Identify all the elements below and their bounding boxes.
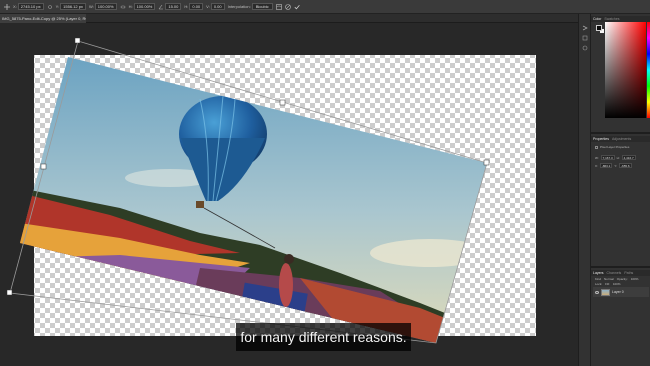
width-scale[interactable]: W: 100.00% — [89, 3, 117, 10]
tab-color[interactable]: Color — [593, 16, 601, 22]
collapsed-panel-rail — [578, 14, 590, 366]
interpolation-label: Interpolation: — [227, 4, 251, 9]
w-field[interactable]: 100.00% — [94, 3, 117, 10]
x-label: X: — [13, 4, 17, 9]
prop-y-label: Y: — [614, 163, 618, 168]
cancel-transform-icon[interactable] — [284, 3, 291, 10]
move-tool-icon[interactable] — [4, 3, 10, 10]
opacity-label: Opacity: — [616, 277, 628, 281]
opacity-value[interactable]: 100% — [631, 277, 639, 281]
history-icon[interactable] — [582, 28, 588, 41]
interpolation-select[interactable]: Bicubic — [251, 3, 273, 10]
layer-name[interactable]: Layer 0 — [612, 290, 624, 294]
options-bar: X: 2745.10 px Y: 1556.12 px W: 100.00% H: 10… — [0, 0, 650, 14]
rotate-angle[interactable]: 15.00 — [158, 3, 182, 10]
transform-handle-bottom-left[interactable] — [6, 289, 13, 296]
x-field[interactable]: 2745.10 px — [17, 3, 44, 10]
layer-filter-row: Kind Normal Opacity: 100% — [595, 277, 638, 281]
document-tab[interactable]: IMG_5875-Pano-Edit-Copy @ 25% (Layer 0, … — [0, 14, 86, 23]
panel-divider — [591, 266, 650, 268]
visibility-eye-icon[interactable] — [595, 290, 599, 294]
right-panels: Color Swatches Properties Adjustments Pi… — [590, 14, 650, 366]
angle-icon — [158, 4, 164, 10]
vskew-field[interactable]: 0.00 — [210, 3, 225, 10]
layer-lock-row: Lock: Fill: 100% — [595, 282, 621, 286]
layer-type-row: Pixel Layer Properties — [595, 145, 629, 149]
prop-h-label: H: — [616, 155, 620, 160]
brush-settings-icon[interactable] — [582, 38, 588, 51]
tab-adjustments[interactable]: Adjustments — [612, 136, 631, 142]
video-caption: for many different reasons. — [236, 323, 411, 351]
w-label: W: — [88, 4, 94, 9]
warp-icon[interactable] — [275, 3, 282, 10]
prop-y-field[interactable]: -655.6 — [619, 163, 632, 168]
document-tab-bar: IMG_5875-Pano-Edit-Copy @ 25% (Layer 0, … — [0, 14, 578, 23]
chain-link-icon[interactable] — [120, 4, 126, 10]
tab-layers[interactable]: Layers — [593, 270, 604, 276]
y-position[interactable]: Y: 1556.12 px — [56, 3, 86, 10]
lock-label: Lock: — [595, 282, 603, 286]
layer-type-label: Pixel Layer Properties — [600, 145, 630, 149]
interpolation[interactable]: Interpolation: Bicubic — [228, 3, 273, 10]
panel-divider — [591, 132, 650, 134]
blend-mode-select[interactable]: Normal — [604, 277, 614, 281]
fill-value[interactable]: 100% — [613, 282, 621, 286]
color-picker-field[interactable] — [605, 22, 646, 118]
h-label: H: — [128, 4, 133, 9]
layer-thumbnail — [601, 288, 610, 296]
collapse-panels-icon[interactable] — [582, 18, 588, 31]
foreground-color-swatch[interactable] — [596, 25, 602, 31]
canvas-work-area[interactable] — [0, 23, 578, 366]
y-field[interactable]: 1556.12 px — [60, 3, 86, 10]
h-field[interactable]: 100.00% — [133, 3, 156, 10]
link-icon[interactable] — [47, 4, 53, 10]
angle-field[interactable]: 15.00 — [165, 3, 182, 10]
tab-paths[interactable]: Paths — [624, 270, 633, 276]
prop-x-field[interactable]: -863.1 — [599, 163, 613, 168]
layer-row[interactable]: Layer 0 — [593, 287, 649, 297]
position-row: X: -863.1 Y: -655.6 — [595, 163, 632, 168]
y-label: Y: — [55, 4, 60, 9]
pixel-layer-icon — [595, 145, 598, 149]
layers-panel-tabs: Layers Channels Paths — [591, 270, 650, 276]
fill-label: Fill: — [605, 282, 610, 286]
prop-h-field[interactable]: 4,416.7 — [621, 155, 636, 160]
canvas-stage — [6, 37, 536, 344]
vskew-label: V: — [206, 4, 210, 9]
prop-w-field[interactable]: 7,167.3 — [600, 155, 615, 160]
transform-handle-top[interactable] — [279, 99, 286, 106]
horizontal-skew[interactable]: H: 0.00 — [184, 3, 204, 10]
x-position[interactable]: X: 2745.10 px — [13, 3, 44, 10]
transform-handle-top-right[interactable] — [483, 159, 490, 166]
kind-filter[interactable]: Kind — [595, 277, 601, 281]
hskew-field[interactable]: 0.00 — [189, 3, 204, 10]
transform-handle-left[interactable] — [40, 163, 47, 170]
tab-channels[interactable]: Channels — [607, 270, 622, 276]
prop-w-label: W: — [595, 155, 599, 160]
height-scale[interactable]: H: 100.00% — [129, 3, 156, 10]
prop-x-label: X: — [595, 163, 598, 168]
hskew-label: H: — [184, 4, 189, 9]
commit-transform-icon[interactable] — [294, 4, 300, 10]
transform-handle-top-left[interactable] — [74, 37, 81, 44]
tab-properties[interactable]: Properties — [593, 136, 609, 142]
size-row: W: 7,167.3 H: 4,416.7 — [595, 155, 636, 160]
properties-panel-tabs: Properties Adjustments — [591, 136, 650, 142]
vertical-skew[interactable]: V: 0.00 — [206, 3, 225, 10]
